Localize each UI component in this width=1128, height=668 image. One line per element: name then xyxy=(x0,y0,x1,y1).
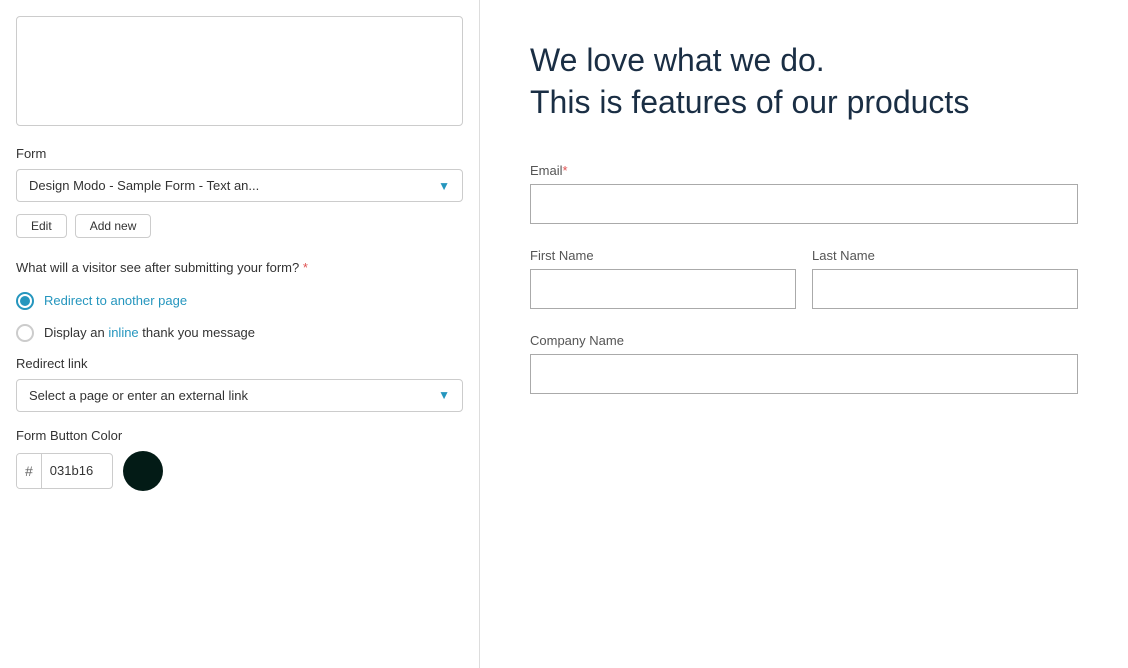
required-marker: * xyxy=(303,260,308,275)
color-value-input[interactable] xyxy=(42,463,112,478)
redirect-dropdown-arrow: ▼ xyxy=(438,388,450,402)
first-name-label: First Name xyxy=(530,248,796,263)
radio-redirect[interactable]: Redirect to another page xyxy=(16,292,463,310)
left-panel: Form Design Modo - Sample Form - Text an… xyxy=(0,0,480,668)
first-name-field-wrapper: First Name xyxy=(530,248,796,309)
hash-symbol: # xyxy=(17,454,42,488)
color-row: # xyxy=(16,451,463,491)
form-section-label: Form xyxy=(16,146,463,161)
right-panel: We love what we do.This is features of o… xyxy=(480,0,1128,668)
email-input[interactable] xyxy=(530,184,1078,224)
redirect-dropdown[interactable]: Select a page or enter an external link … xyxy=(16,379,463,412)
color-input-wrapper: # xyxy=(16,453,113,489)
form-dropdown-value: Design Modo - Sample Form - Text an... xyxy=(29,178,259,193)
company-name-label: Company Name xyxy=(530,333,1078,348)
last-name-input[interactable] xyxy=(812,269,1078,309)
radio-circle-redirect xyxy=(16,292,34,310)
last-name-label: Last Name xyxy=(812,248,1078,263)
edit-button[interactable]: Edit xyxy=(16,214,67,238)
first-name-input[interactable] xyxy=(530,269,796,309)
radio-inline[interactable]: Display an inline thank you message xyxy=(16,324,463,342)
form-button-color-label: Form Button Color xyxy=(16,428,463,443)
hero-title: We love what we do.This is features of o… xyxy=(530,40,1078,123)
radio-label-inline: Display an inline thank you message xyxy=(44,325,255,340)
form-dropdown-arrow: ▼ xyxy=(438,179,450,193)
email-field-wrapper: Email* xyxy=(530,163,1078,224)
add-new-button[interactable]: Add new xyxy=(75,214,152,238)
email-required: * xyxy=(563,163,568,178)
form-dropdown[interactable]: Design Modo - Sample Form - Text an... ▼ xyxy=(16,169,463,202)
top-preview-box xyxy=(16,16,463,126)
company-name-input[interactable] xyxy=(530,354,1078,394)
radio-label-redirect: Redirect to another page xyxy=(44,293,187,308)
company-name-field-wrapper: Company Name xyxy=(530,333,1078,394)
redirect-dropdown-value: Select a page or enter an external link xyxy=(29,388,248,403)
form-actions-row: Edit Add new xyxy=(16,214,463,238)
email-label: Email* xyxy=(530,163,1078,178)
question-text: What will a visitor see after submitting… xyxy=(16,258,463,278)
radio-circle-inline xyxy=(16,324,34,342)
redirect-link-label: Redirect link xyxy=(16,356,463,371)
color-swatch[interactable] xyxy=(123,451,163,491)
name-row: First Name Last Name xyxy=(530,248,1078,309)
last-name-field-wrapper: Last Name xyxy=(812,248,1078,309)
